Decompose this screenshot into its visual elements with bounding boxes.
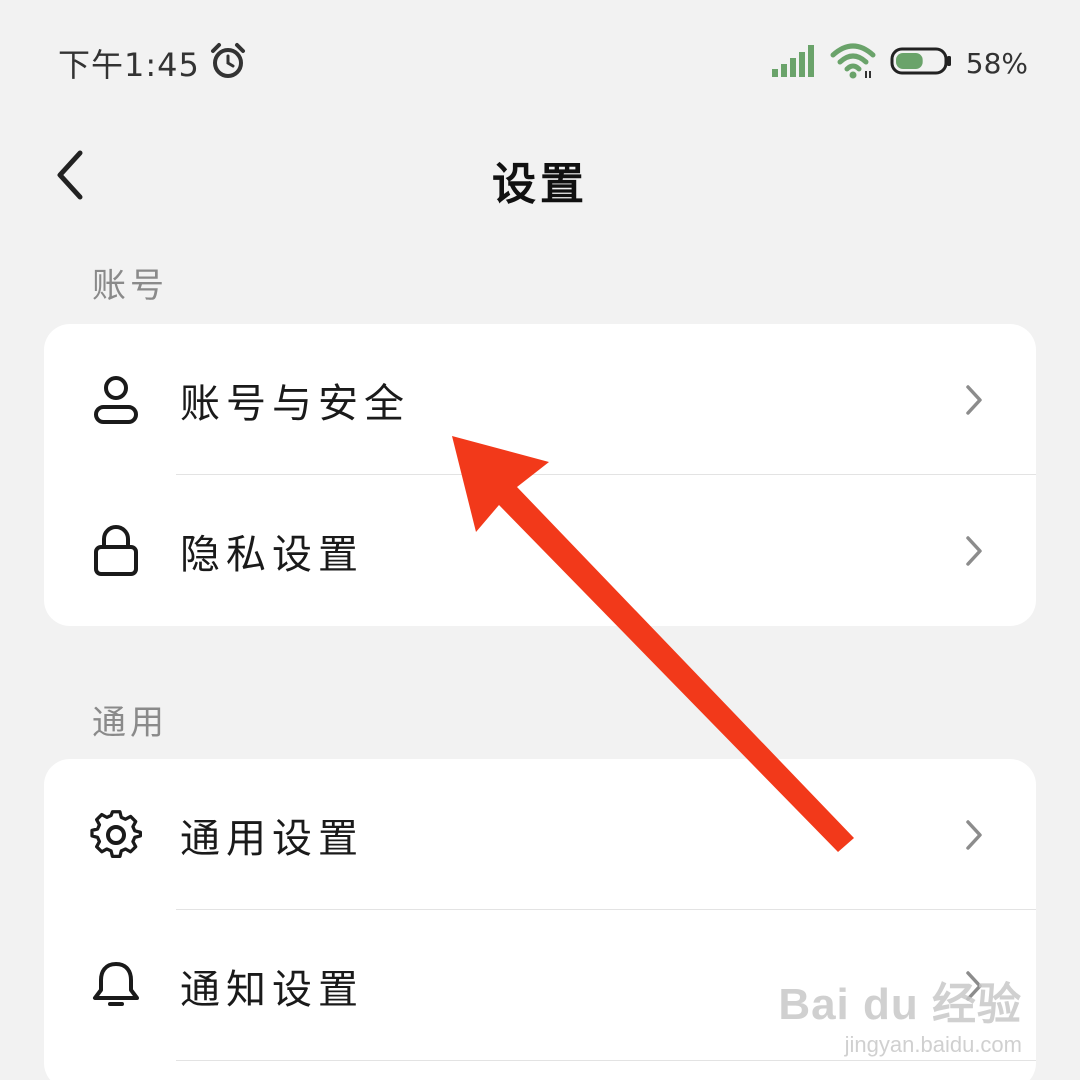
status-left: 下午1:45: [58, 40, 248, 86]
header: 设置: [0, 130, 1080, 220]
status-right: 58%: [771, 43, 1028, 83]
bell-icon: [88, 958, 144, 1014]
row-label: 通用设置: [180, 815, 364, 862]
battery-percent: 58%: [965, 46, 1028, 80]
status-time: 下午1:45: [58, 46, 200, 84]
row-privacy-settings[interactable]: 隐私设置: [44, 475, 1036, 626]
alarm-clock-icon: [208, 41, 248, 85]
section-title-account: 账号: [92, 266, 168, 306]
section-title-general: 通用: [92, 703, 168, 743]
gear-icon: [88, 807, 144, 863]
row-account-security[interactable]: 账号与安全: [44, 324, 1036, 475]
user-icon: [88, 372, 144, 428]
status-bar: 下午1:45 58%: [58, 38, 1028, 88]
row-label: 通知设置: [180, 966, 364, 1013]
settings-screen: 下午1:45 58% 设置 账号 账号与安全 隐私设置 通用 通用设置 通知设置…: [0, 0, 1080, 1080]
account-card: 账号与安全 隐私设置: [44, 324, 1036, 626]
battery-icon: [890, 46, 952, 80]
page-title: 设置: [492, 159, 588, 210]
row-label: 隐私设置: [180, 531, 364, 578]
chevron-right-icon: [962, 531, 986, 571]
chevron-right-icon: [962, 380, 986, 420]
row-label: 账号与安全: [180, 380, 410, 427]
chevron-right-icon: [962, 815, 986, 855]
watermark-url: jingyan.baidu.com: [844, 1032, 1022, 1057]
lock-icon: [88, 523, 144, 579]
divider: [176, 1060, 1036, 1061]
wifi-icon: [830, 43, 876, 83]
cellular-signal-icon: [771, 45, 816, 81]
watermark: Bai du 经验 jingyan.baidu.com: [778, 968, 1022, 1058]
watermark-logo: Bai du 经验: [778, 980, 1022, 1029]
row-general-settings[interactable]: 通用设置: [44, 759, 1036, 910]
